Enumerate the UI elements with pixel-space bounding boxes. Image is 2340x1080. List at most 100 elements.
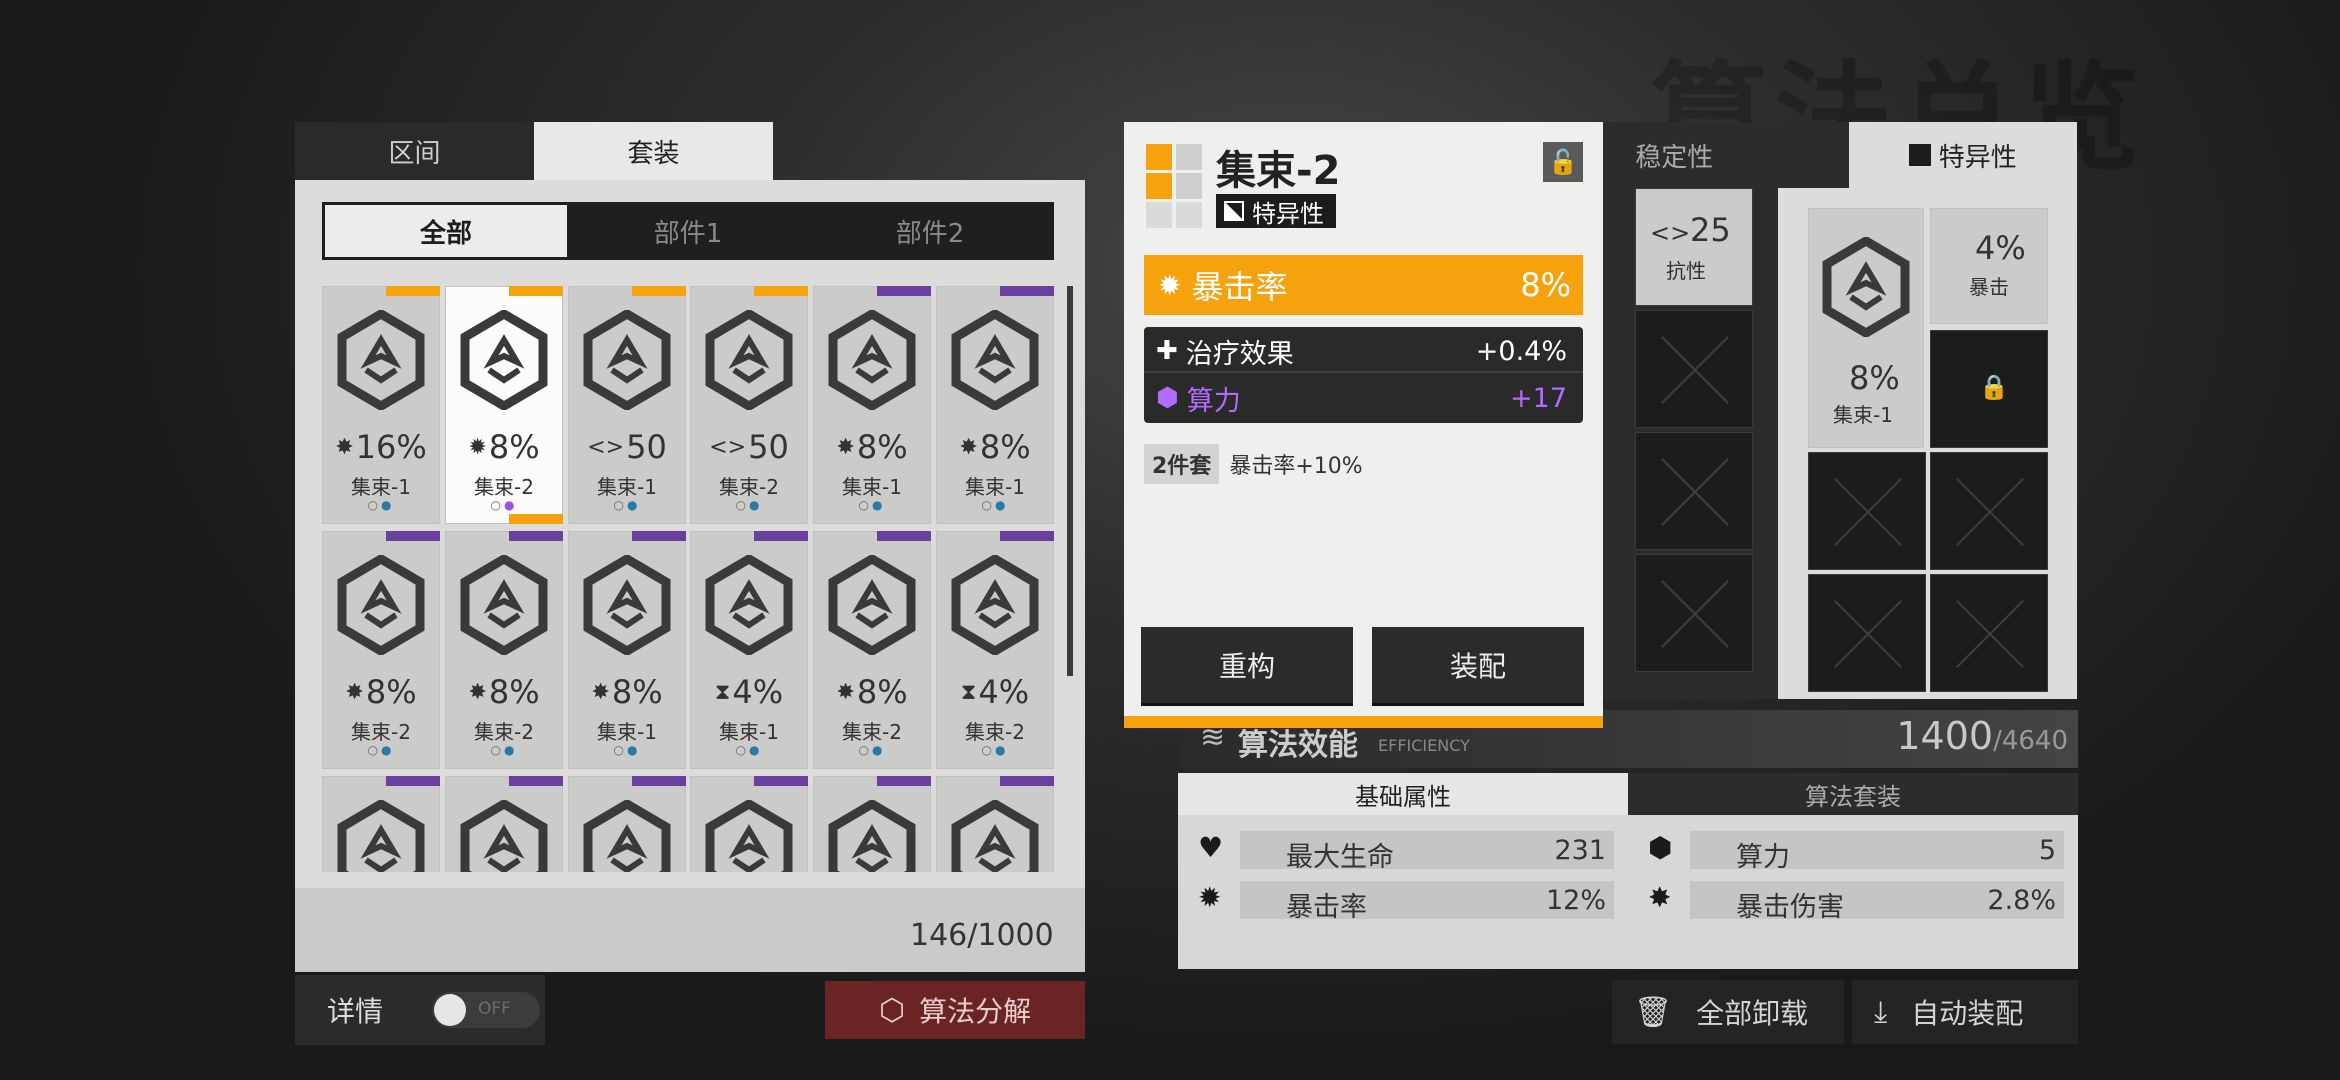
download-icon: ⤓	[1874, 994, 1888, 1030]
auto-equip-label: 自动装配	[1911, 997, 2024, 1030]
algorithm-hex-icon	[583, 310, 671, 410]
rarity-indicator	[1146, 144, 1204, 228]
slot-stat: 25	[1690, 211, 1731, 249]
card-stat-value: 4%	[978, 673, 1030, 711]
tab-algo-sets[interactable]: 算法套装	[1628, 773, 2078, 815]
gear-burst-icon: ✸	[468, 680, 487, 705]
card-stat: ✸8%	[445, 673, 563, 711]
heal-plus-icon: ✚	[1156, 336, 1178, 366]
card-stat: ⧗4%	[690, 673, 808, 711]
tab-range[interactable]: 区间	[295, 122, 534, 180]
algorithm-card[interactable]: <>50 集束-1 ○●	[568, 286, 686, 524]
card-slot-dots: ○●	[490, 743, 518, 757]
detail-label: 详情	[327, 995, 384, 1028]
equip-slot[interactable]: <> 25 抗性	[1635, 188, 1753, 306]
detail-toggle[interactable]: OFF	[432, 992, 540, 1028]
filter-part2[interactable]: 部件2	[809, 205, 1051, 257]
algorithm-card[interactable]	[690, 776, 808, 872]
algorithm-hex-icon	[460, 800, 548, 872]
equip-button[interactable]: 装配	[1372, 627, 1584, 703]
algorithm-card[interactable]	[813, 776, 931, 872]
tab-base-stats[interactable]: 基础属性	[1178, 773, 1628, 815]
lock-icon[interactable]: 🔓	[1543, 142, 1583, 182]
algorithm-card[interactable]: ✸8% 集束-2 ○●	[445, 531, 563, 769]
algorithm-card[interactable]: <>50 集束-2 ○●	[690, 286, 808, 524]
filter-segment: 全部 部件1 部件2	[322, 202, 1054, 260]
toggle-knob	[434, 994, 466, 1026]
tab-set[interactable]: 套装	[534, 122, 773, 180]
algorithm-hex-icon	[951, 555, 1039, 655]
card-stat: ⧗4%	[936, 673, 1054, 711]
card-stat: ✸8%	[322, 673, 440, 711]
algorithm-card[interactable]	[445, 776, 563, 872]
algorithm-card[interactable]: ✸8% 集束-1 ○●	[936, 286, 1054, 524]
algorithm-hex-icon	[951, 800, 1039, 872]
gear-burst-icon: ✸	[335, 435, 354, 460]
algorithm-card[interactable]: ⧗4% 集束-2 ○●	[936, 531, 1054, 769]
algorithm-card[interactable]	[936, 776, 1054, 872]
empty-slot[interactable]	[1635, 310, 1753, 428]
equip-slot-small[interactable]: 4% 暴击	[1930, 208, 2048, 324]
card-slot-dots: ○●	[735, 498, 763, 512]
gear-burst-icon: ✸	[591, 680, 610, 705]
algorithm-hex-icon	[705, 800, 793, 872]
type-tag-label: 特异性	[1252, 199, 1324, 228]
set-effect-text: 暴击率+10%	[1229, 454, 1363, 479]
gear-burst-icon: ✸	[836, 435, 855, 460]
empty-slot[interactable]	[1930, 452, 2048, 570]
tab-specificity[interactable]: 特异性	[1848, 122, 2077, 188]
algorithm-card[interactable]	[322, 776, 440, 872]
resist-icon: <>	[709, 435, 747, 460]
card-slot-dots: ○●	[858, 743, 886, 757]
card-stat-value: 4%	[732, 673, 784, 711]
algorithm-card[interactable]: ✹8% 集束-2 ○●	[445, 286, 563, 524]
efficiency-sublabel: EFFICIENCY	[1378, 736, 1470, 755]
grid-scrollbar[interactable]	[1067, 286, 1073, 676]
set-effect: 2件套 暴击率+10%	[1144, 444, 1363, 484]
algorithm-hex-icon	[1822, 237, 1910, 337]
locked-slot[interactable]: 🔒	[1930, 330, 2048, 448]
card-slot-dots: ○●	[858, 498, 886, 512]
empty-slot[interactable]	[1635, 554, 1753, 672]
empty-slot[interactable]	[1635, 432, 1753, 550]
gear-burst-icon: ✸	[345, 680, 364, 705]
hourglass-icon: ⧗	[714, 680, 731, 705]
decompose-button[interactable]: ⬡ 算法分解	[825, 981, 1085, 1039]
algorithm-card[interactable]: ✸8% 集束-1 ○●	[813, 286, 931, 524]
card-stat: ✹8%	[445, 428, 563, 466]
equipped-panel: 稳定性 特异性 <> 25 抗性 8% 集束-1 4% 暴击 🔒	[1560, 122, 2077, 699]
rebuild-button[interactable]: 重构	[1141, 627, 1353, 703]
auto-equip-button[interactable]: ⤓ 自动装配	[1852, 980, 2078, 1044]
algorithm-hex-icon	[705, 555, 793, 655]
algorithm-card[interactable]: ✸8% 集束-2 ○●	[322, 531, 440, 769]
card-stat-value: 8%	[856, 673, 908, 711]
filter-all[interactable]: 全部	[325, 205, 567, 257]
empty-slot[interactable]	[1808, 574, 1926, 692]
algorithm-hex-icon	[828, 800, 916, 872]
slot-name: 抗性	[1666, 259, 1706, 283]
unload-all-button[interactable]: 🗑 全部卸载	[1612, 980, 1844, 1044]
sub-stat-row: ✚ 治疗效果 +0.4%	[1144, 331, 1583, 373]
algorithm-card[interactable]: ⧗4% 集束-1 ○●	[690, 531, 808, 769]
algorithm-hex-icon	[460, 310, 548, 410]
algorithm-hex-icon	[337, 800, 425, 872]
algorithm-hex-icon	[951, 310, 1039, 410]
card-stat: <>50	[568, 428, 686, 466]
specificity-grid: 8% 集束-1 4% 暴击 🔒	[1778, 188, 2077, 699]
algorithm-card[interactable]: ✸8% 集束-1 ○●	[568, 531, 686, 769]
filter-part1[interactable]: 部件1	[567, 205, 809, 257]
equip-slot-main[interactable]: 8% 集束-1	[1808, 208, 1924, 448]
algorithm-card[interactable]: ✸16% 集束-1 ○●	[322, 286, 440, 524]
unload-all-label: 全部卸载	[1696, 997, 1809, 1030]
card-stat-value: 8%	[856, 428, 908, 466]
empty-slot[interactable]	[1930, 574, 2048, 692]
card-slot-dots: ○●	[367, 743, 395, 757]
card-name: 集束-1	[719, 720, 779, 744]
stat-row: ⬢ 算力 5	[1646, 831, 2064, 873]
algorithm-hex-icon	[583, 800, 671, 872]
algorithm-card[interactable]: ✸8% 集束-2 ○●	[813, 531, 931, 769]
card-stat: ✸8%	[813, 673, 931, 711]
card-slot-dots: ○●	[490, 498, 518, 512]
empty-slot[interactable]	[1808, 452, 1926, 570]
algorithm-card[interactable]	[568, 776, 686, 872]
